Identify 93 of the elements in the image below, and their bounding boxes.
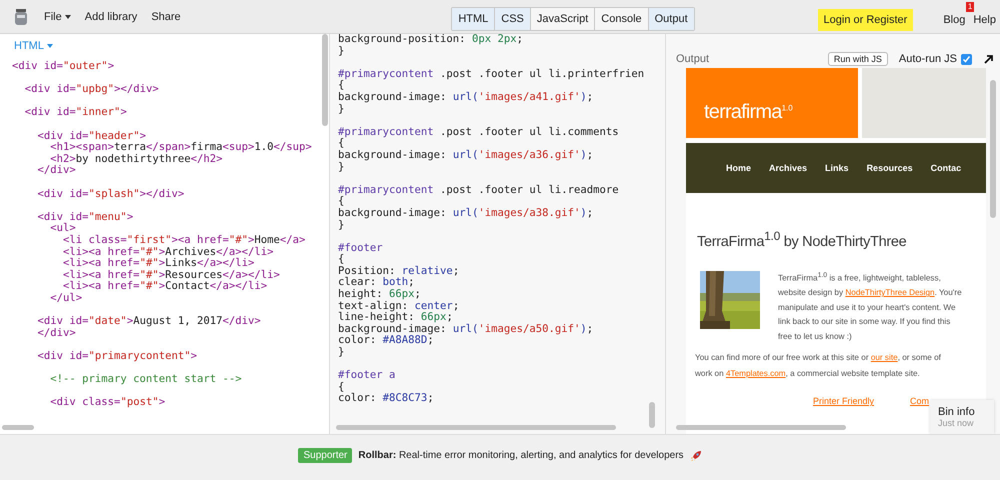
code-line: } bbox=[338, 347, 344, 359]
code-line: <li class="first"><a href="#">Home</a> bbox=[62, 234, 306, 246]
nav-link[interactable]: Links bbox=[825, 163, 849, 173]
code-line: <div class="post"> bbox=[49, 397, 166, 409]
code-line: </div> bbox=[36, 328, 76, 340]
timestamp: Just now bbox=[938, 418, 975, 428]
sponsor-message[interactable]: Rollbar: Real-time error monitoring, alerting, and analytics for developers bbox=[358, 450, 684, 461]
toolbar-link[interactable]: Add library bbox=[84, 10, 138, 22]
code-line: #footer a bbox=[338, 370, 396, 382]
help-link[interactable]: Help bbox=[973, 14, 996, 26]
panel-tab[interactable]: Output bbox=[648, 8, 694, 30]
code-line: height: 66px; bbox=[338, 289, 421, 300]
post-heading: TerraFirma$^{1.0}$ by NodeThirtyThree bbox=[697, 229, 908, 250]
jar-icon[interactable] bbox=[14, 6, 28, 26]
panel-tab[interactable]: HTML bbox=[452, 8, 496, 30]
scrollbar[interactable] bbox=[2, 425, 34, 430]
paragraph-line: website design by NodeThirtyThree Design. You're bbox=[778, 287, 962, 300]
code-line: <div id="outer"> bbox=[12, 61, 114, 73]
scrollbar[interactable] bbox=[649, 402, 655, 428]
panel-tab[interactable]: CSS bbox=[495, 8, 531, 30]
panel-tab[interactable]: Console bbox=[595, 8, 649, 30]
code-line: #primarycontent .post .footer ul li.readmore bbox=[338, 184, 619, 196]
run-button[interactable]: Run with JS bbox=[828, 52, 888, 66]
code-line: </div> bbox=[36, 165, 76, 177]
scrollbar[interactable] bbox=[336, 425, 616, 430]
code-line: { bbox=[338, 254, 344, 266]
code-line: <li><a href="#">Resources</a></li> bbox=[62, 270, 280, 281]
paragraph-line: TerraFirma$^{1.0}$ is a free, lightweight, tableless, bbox=[778, 270, 941, 285]
popup-title: Bin info bbox=[938, 406, 976, 418]
code-line: } bbox=[338, 162, 344, 174]
code-line: { bbox=[338, 382, 344, 393]
code-line: <ul> bbox=[49, 223, 76, 234]
paragraph-line: free to let us know :) bbox=[778, 330, 852, 343]
login-button[interactable]: Login or Register bbox=[818, 8, 914, 30]
code-line: background-position: 0px 2px; bbox=[338, 34, 523, 46]
bin-info-popup[interactable]: Bin info Just now bbox=[930, 400, 994, 434]
code-line: #primarycontent .post .footer ul li.comments bbox=[338, 126, 619, 138]
toolbar-link[interactable]: Share bbox=[151, 10, 181, 22]
pop-out-icon[interactable] bbox=[984, 54, 994, 64]
code-line: Position: relative; bbox=[338, 266, 460, 277]
auto-run-label: Auto-run JS bbox=[898, 53, 957, 65]
scrollbar[interactable] bbox=[990, 80, 996, 218]
code-line: <div id="primarycontent"> bbox=[36, 350, 197, 362]
code-line: <h2>by nodethirtythree</h2> bbox=[49, 154, 222, 165]
checkbox[interactable] bbox=[961, 54, 972, 64]
code-line: </ul> bbox=[49, 292, 82, 304]
code-line: <!-- primary content start --> bbox=[49, 374, 242, 386]
code-line: { bbox=[338, 80, 344, 92]
paragraph-line: link back to our site in some way. If you find this bbox=[778, 316, 950, 328]
code-line: <li><a href="#">Links</a></li> bbox=[62, 258, 254, 270]
code-line: background-image: url('images/a36.gif'); bbox=[338, 150, 594, 162]
code-line: } bbox=[338, 220, 344, 232]
code-line: <div id="header"> bbox=[36, 130, 146, 142]
code-line: } bbox=[338, 104, 344, 116]
code-line: <div id="menu"> bbox=[36, 212, 134, 223]
code-line: background-image: url('images/a41.gif'); bbox=[338, 92, 594, 104]
caret-icon bbox=[46, 44, 53, 48]
panel-title: Output bbox=[676, 53, 710, 65]
nav-link[interactable]: Home bbox=[726, 163, 752, 173]
code-line: text-align: center; bbox=[338, 300, 460, 312]
code-line: } bbox=[338, 46, 344, 58]
scrollbar[interactable] bbox=[322, 34, 328, 126]
panel-tab[interactable]: JavaScript bbox=[530, 8, 596, 30]
nav-link[interactable]: Resources bbox=[866, 163, 913, 173]
paragraph-line: work on 4Templates.com, a commercial website template site. bbox=[695, 368, 920, 380]
code-line: <div id="date">August 1, 2017</div> bbox=[36, 316, 261, 328]
blog-link[interactable]: Blog bbox=[943, 14, 966, 26]
nav-link[interactable]: Contac bbox=[930, 163, 962, 173]
scrollbar[interactable] bbox=[676, 425, 846, 430]
code-line: <li><a href="#">Archives</a></li> bbox=[62, 246, 274, 258]
code-line: <h1><span>terra</span>firma<sup>1.0</sup> bbox=[49, 142, 312, 154]
code-line: { bbox=[338, 196, 344, 208]
code-line: <div id="splash"></div> bbox=[36, 188, 184, 200]
nav-link[interactable]: Archives bbox=[769, 163, 808, 173]
caret-icon bbox=[64, 14, 71, 18]
paragraph-line: You can find more of our free work at this site or our site, or some of bbox=[695, 352, 941, 364]
file-menu[interactable]: File bbox=[44, 10, 71, 22]
code-line: background-image: url('images/a38.gif'); bbox=[338, 208, 594, 220]
code-line: <div id="inner"> bbox=[24, 107, 127, 119]
code-line: color: #A8A88D; bbox=[338, 335, 434, 347]
code-line: { bbox=[338, 138, 344, 150]
code-line: <li><a href="#">Contact</a></li> bbox=[62, 281, 268, 292]
notification-badge: 1 bbox=[966, 2, 974, 12]
paragraph-line: manipulate and use it to your heart's content. We bbox=[778, 302, 956, 314]
site-logo: terrafirma$^{1.0}$ bbox=[704, 101, 793, 124]
code-line: <div id="upbg"></div> bbox=[24, 84, 159, 96]
code-line: #footer bbox=[338, 242, 383, 254]
code-line: color: #8C8C73; bbox=[338, 393, 434, 405]
code-line: #primarycontent .post .footer ul li.printerfrien bbox=[338, 68, 644, 80]
code-line: clear: both; bbox=[338, 277, 415, 289]
rocket-icon bbox=[690, 450, 702, 462]
code-line: background-image: url('images/a50.gif'); bbox=[338, 324, 594, 335]
code-line: line-height: 66px; bbox=[338, 312, 453, 324]
